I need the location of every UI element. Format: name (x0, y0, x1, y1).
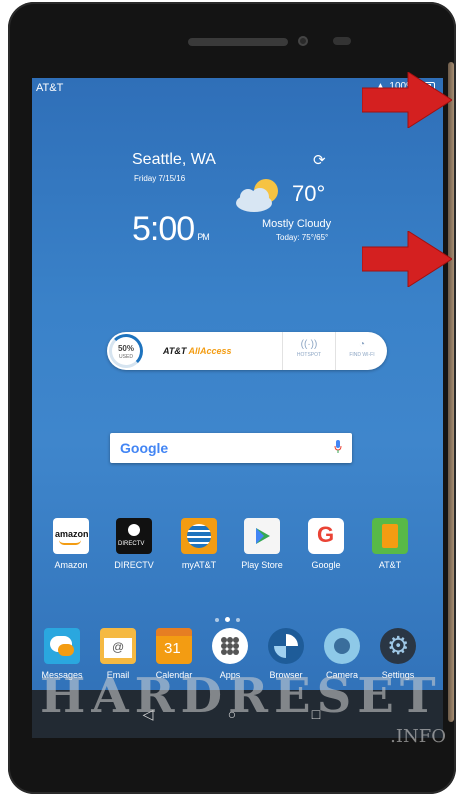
weather-today-range: Today: 75°/65° (276, 233, 329, 242)
page-dot[interactable] (215, 618, 219, 622)
app-myatt[interactable]: myAT&T (169, 518, 229, 570)
directv-icon: DIRECTV (116, 518, 152, 554)
app-label: Amazon (54, 560, 88, 570)
att-globe-icon (181, 518, 217, 554)
weather-condition: Mostly Cloudy (262, 218, 332, 230)
camera-icon (324, 628, 360, 664)
allaccess-product: AllAccess (188, 346, 232, 356)
apps-icon (212, 628, 248, 664)
carrier-label: AT&T (36, 82, 64, 94)
chat-bubble-2 (58, 644, 74, 656)
app-label: DIRECTV (114, 560, 154, 570)
hotspot-icon: ((·)) (300, 339, 318, 350)
messages-icon (44, 628, 80, 664)
allaccess-label: AT&T AllAccess (163, 346, 232, 356)
att-icon (372, 518, 408, 554)
app-play-store[interactable]: Play Store (232, 518, 292, 570)
find-wifi-label: FIND WI-FI (349, 352, 375, 358)
front-camera (298, 36, 308, 46)
usage-ring[interactable]: 50% USED (109, 334, 143, 368)
att-phone-shape (382, 524, 398, 548)
allaccess-widget[interactable]: 50% USED AT&T AllAccess ((·)) HOTSPOT ◔ … (107, 332, 387, 370)
google-logo-text: Google (120, 440, 169, 456)
page-indicator (212, 609, 262, 622)
watermark: HARDRESET (40, 668, 442, 724)
app-amazon[interactable]: amazon Amazon (41, 518, 101, 570)
hotspot-button[interactable]: ((·)) HOTSPOT (283, 338, 335, 366)
apps-grid (221, 637, 239, 655)
app-label: Play Store (241, 560, 283, 570)
play-store-glyph (256, 528, 270, 544)
weather-city: Seattle, WA (132, 151, 216, 168)
earpiece-speaker (188, 38, 288, 46)
settings-icon: ⚙ (380, 628, 416, 664)
app-label: Google (311, 560, 341, 570)
google-logo: Google (120, 440, 168, 456)
red-arrow-icon (362, 231, 452, 287)
wifi-icon: ◔ (358, 339, 366, 350)
hotspot-label: HOTSPOT (296, 352, 322, 358)
app-label: myAT&T (181, 560, 217, 570)
side-edge (448, 62, 454, 722)
google-icon: G (308, 518, 344, 554)
weather-temperature: 70° (292, 181, 326, 206)
page-dot[interactable] (236, 618, 240, 622)
mic-icon[interactable] (334, 440, 342, 454)
clock-time: 5:00 PM (132, 210, 210, 249)
directv-logo-text: DIRECTV (118, 541, 145, 547)
browser-icon (268, 628, 304, 664)
calendar-header (156, 628, 192, 636)
camera-lens (334, 638, 350, 654)
usage-label: USED (119, 354, 133, 360)
gear-glyph: ⚙ (387, 632, 410, 660)
app-att[interactable]: AT&T (360, 518, 420, 570)
find-wifi-button[interactable]: ◔ FIND WI-FI (336, 338, 388, 366)
page-dot-active[interactable] (225, 617, 230, 622)
directv-globe (128, 524, 140, 536)
watermark-suffix: .INFO (390, 726, 446, 747)
amazon-icon: amazon (53, 518, 89, 554)
att-globe (187, 524, 211, 548)
at-sign: @ (112, 640, 125, 654)
amazon-logo-text: amazon (55, 529, 89, 539)
clock-hours: 5:00 (132, 210, 195, 248)
google-search-bar[interactable]: Google (110, 433, 352, 463)
app-row: amazon Amazon DIRECTV DIRECTV myAT&T Pla… (32, 518, 443, 584)
app-label: AT&T (378, 560, 402, 570)
clock-ampm: PM (197, 232, 209, 242)
weather-date: Friday 7/15/16 (134, 174, 186, 183)
red-arrow-icon (362, 72, 452, 128)
play-store-icon (244, 518, 280, 554)
partly-cloudy-icon (236, 179, 278, 212)
browser-swirl (274, 634, 298, 658)
google-g: G (317, 522, 335, 547)
app-directv[interactable]: DIRECTV DIRECTV (104, 518, 164, 570)
usage-percent: 50% (117, 344, 134, 353)
calendar-icon: 31 (156, 628, 192, 664)
allaccess-brand: AT&T (163, 346, 187, 356)
proximity-sensor (333, 37, 351, 45)
calendar-day: 31 (164, 640, 181, 657)
email-icon: @ (100, 628, 136, 664)
amazon-smile (59, 540, 81, 545)
home-screen: AT&T ▲ 100% Seattle, WA ⟳ Friday 7/15/16… (32, 78, 443, 738)
refresh-icon[interactable]: ⟳ (313, 151, 326, 169)
app-google[interactable]: G Google (296, 518, 356, 570)
